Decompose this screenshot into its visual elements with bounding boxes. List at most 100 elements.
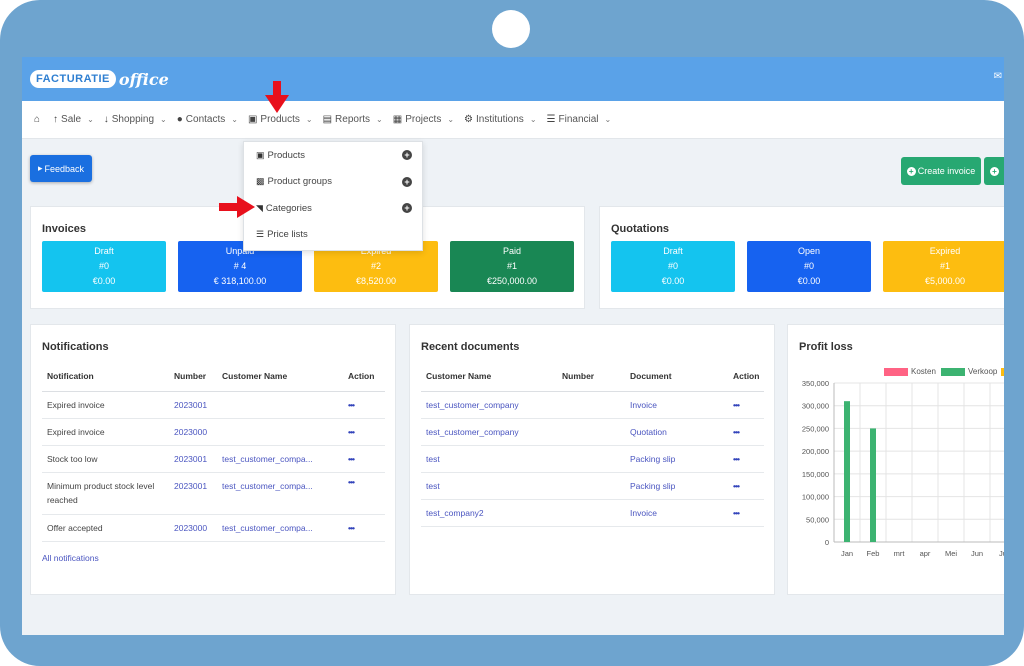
number-link[interactable]: 2023001	[169, 391, 217, 419]
notifications-table: Notification Number Customer Name Action…	[42, 361, 385, 542]
customer-link[interactable]: test_customer_compa...	[217, 472, 343, 515]
plus-circle-icon: +	[990, 166, 999, 176]
more-actions-icon[interactable]: •••	[343, 445, 385, 473]
stat-amount: €0.00	[797, 276, 821, 286]
y-tick-label: 50,000	[806, 515, 829, 524]
nav-financial[interactable]: ☰ Financial ⌄	[547, 114, 612, 125]
nav-home[interactable]: ⌂	[34, 114, 43, 125]
more-actions-icon[interactable]: •••	[728, 445, 764, 473]
customer-link[interactable]: test	[421, 445, 557, 473]
plus-circle-icon: +	[906, 166, 916, 176]
nav-sale[interactable]: ↑ Sale ⌄	[53, 114, 94, 125]
document-link[interactable]: Packing slip	[625, 445, 728, 473]
stat-amount: €5,000.00	[924, 276, 966, 286]
x-tick-label: Ju	[999, 549, 1004, 558]
notification-cell: Stock too low	[42, 445, 169, 473]
quotation-stat-expired[interactable]: Expired #1 €5,000.00	[883, 241, 1004, 292]
x-tick-label: apr	[920, 549, 931, 558]
number-link[interactable]: 2023001	[169, 472, 217, 515]
number-link[interactable]: 2023000	[169, 418, 217, 446]
customer-link[interactable]: test_customer_company	[421, 418, 557, 446]
nav-label: Products	[260, 114, 300, 125]
add-icon[interactable]: +	[402, 203, 412, 213]
more-actions-icon[interactable]: •••	[728, 472, 764, 500]
feedback-button[interactable]: ▸ Feedback	[30, 155, 92, 182]
quotation-stat-open[interactable]: Open #0 €0.00	[747, 241, 871, 292]
home-icon: ⌂	[34, 114, 41, 125]
more-actions-icon[interactable]: •••	[728, 499, 764, 527]
create-quotation-button[interactable]: +	[984, 157, 1004, 185]
column-header: Action	[343, 361, 385, 392]
nav-label: Shopping	[111, 114, 155, 125]
stat-label: Draft	[94, 246, 114, 256]
invoice-stat-paid[interactable]: Paid #1 €250,000.00	[450, 241, 574, 292]
nav-contacts[interactable]: ● Contacts ⌄	[177, 114, 238, 125]
y-tick-label: 150,000	[802, 470, 829, 479]
table-row: Stock too low 2023001 test_customer_comp…	[42, 445, 385, 473]
nav-shopping[interactable]: ↓ Shopping ⌄	[104, 114, 167, 125]
customer-link[interactable]: test_company2	[421, 499, 557, 527]
profit-loss-chart: 350,000 300,000 250,000 200,000 150,000 100,0…	[802, 379, 1004, 558]
customer-link[interactable]: test_customer_compa...	[217, 514, 343, 542]
card-title: Invoices	[42, 223, 87, 235]
number-link[interactable]: 2023001	[169, 445, 217, 473]
number-cell	[557, 445, 625, 473]
chevron-down-icon: ⌄	[447, 115, 455, 124]
tablet-frame: FACTURATIE office ✉ ⌂ ↑ Sale ⌄ ↓ Shopping ⌄ …	[0, 0, 1024, 666]
dropdown-item-price-lists[interactable]: ☰ Price lists	[244, 222, 422, 249]
x-tick-label: Feb	[867, 549, 880, 558]
quotation-stat-draft[interactable]: Draft #0 €0.00	[611, 241, 735, 292]
logo[interactable]: FACTURATIE office	[30, 67, 169, 91]
nav-institutions[interactable]: ⚙ Institutions ⌄	[464, 114, 536, 125]
y-tick-label: 300,000	[802, 402, 829, 411]
stat-label: Draft	[663, 246, 683, 256]
card-title: Recent documents	[421, 341, 520, 353]
all-notifications-link[interactable]: All notifications	[42, 553, 99, 563]
card-title: Notifications	[42, 341, 109, 353]
user-menu-icon[interactable]: ✉	[994, 71, 1002, 82]
chevron-down-icon: ⌄	[529, 115, 537, 124]
nav-label: Projects	[405, 114, 442, 125]
recent-documents-card: Recent documents Customer Name Number Do…	[409, 324, 775, 595]
app-screen: FACTURATIE office ✉ ⌂ ↑ Sale ⌄ ↓ Shopping ⌄ …	[22, 57, 1004, 635]
add-icon[interactable]: +	[402, 150, 412, 160]
more-actions-icon[interactable]: •••	[343, 514, 385, 542]
nav-products[interactable]: ▣ Products ⌄	[248, 114, 313, 125]
customer-link[interactable]: test_customer_company	[421, 391, 557, 419]
customer-link[interactable]	[217, 391, 343, 419]
dropdown-item-categories[interactable]: ◥ Categories +	[244, 195, 422, 222]
more-actions-icon[interactable]: •••	[728, 418, 764, 446]
more-actions-icon[interactable]: •••	[343, 418, 385, 446]
document-link[interactable]: Invoice	[625, 499, 728, 527]
nav-reports[interactable]: ▤ Reports ⌄	[323, 114, 383, 125]
more-actions-icon[interactable]: •••	[728, 391, 764, 419]
customer-link[interactable]: test	[421, 472, 557, 500]
table-row: test_company2 Invoice •••	[421, 499, 764, 527]
table-row: test Packing slip •••	[421, 472, 764, 500]
column-header: Number	[557, 361, 625, 392]
notification-cell: Expired invoice	[42, 391, 169, 419]
document-link[interactable]: Packing slip	[625, 472, 728, 500]
document-link[interactable]: Invoice	[625, 391, 728, 419]
customer-link[interactable]: test_customer_compa...	[217, 445, 343, 473]
invoice-stat-draft[interactable]: Draft #0 €0.00	[42, 241, 166, 292]
stat-count: #1	[506, 261, 517, 271]
dropdown-item-product-groups[interactable]: ▩ Product groups +	[244, 169, 422, 196]
y-tick-label: 0	[825, 538, 829, 547]
more-actions-icon[interactable]: •••	[343, 472, 385, 515]
profit-loss-card: Profit loss Kosten Verkoop 350,000 300,00…	[787, 324, 1004, 595]
more-actions-icon[interactable]: •••	[343, 391, 385, 419]
document-icon: ☰	[546, 114, 556, 125]
customer-link[interactable]	[217, 418, 343, 446]
nav-label: Financial	[558, 114, 599, 125]
add-icon[interactable]: +	[402, 176, 412, 187]
nav-projects[interactable]: ▦ Projects ⌄	[393, 114, 454, 125]
number-cell	[557, 418, 625, 446]
number-link[interactable]: 2023000	[169, 514, 217, 542]
document-link[interactable]: Quotation	[625, 418, 728, 446]
dropdown-item-products[interactable]: ▣ Products +	[244, 142, 422, 169]
create-invoice-button[interactable]: + Create invoice	[901, 157, 981, 185]
chevron-down-icon: ⌄	[87, 115, 94, 124]
products-dropdown: ▣ Products + ▩ Product groups + ◥ Catego…	[243, 141, 423, 251]
table-row: Offer accepted 2023000 test_customer_com…	[42, 514, 385, 542]
